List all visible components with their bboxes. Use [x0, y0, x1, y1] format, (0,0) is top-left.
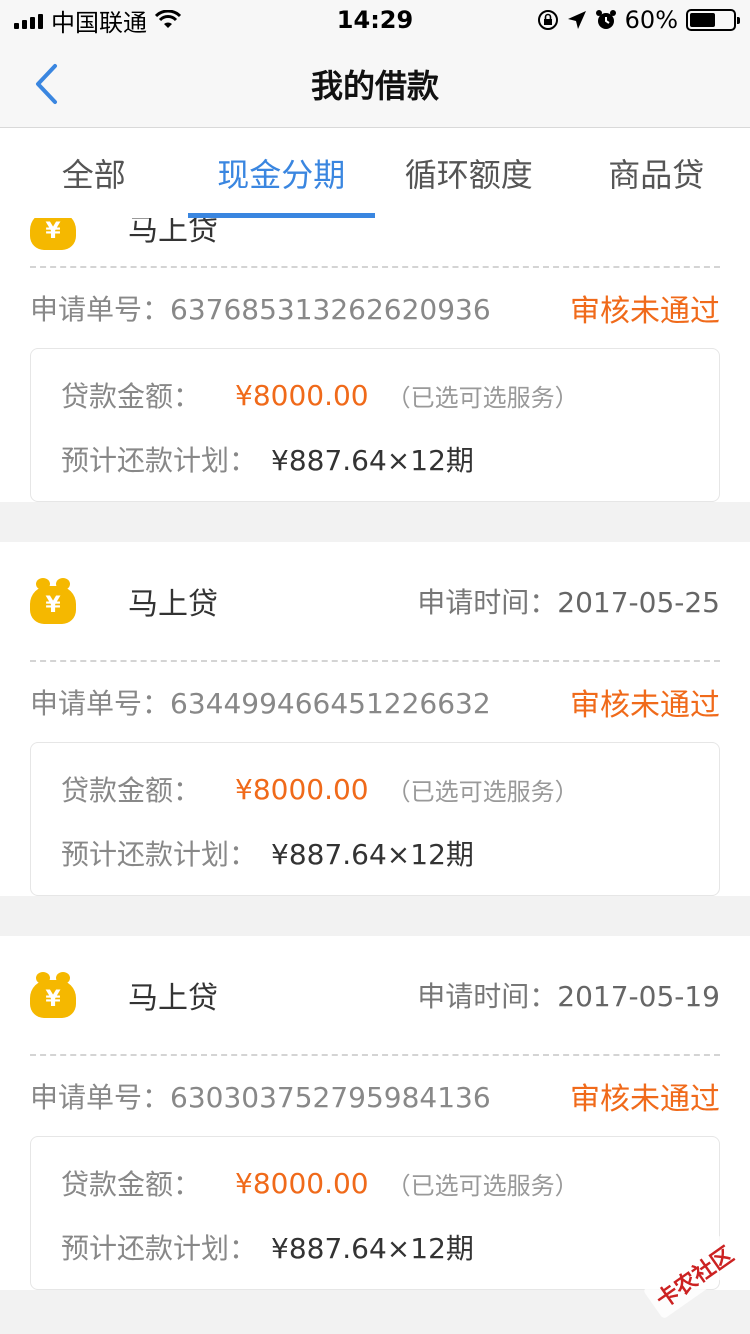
status-badge: 审核未通过 [570, 294, 720, 329]
battery-percent: 60% [624, 6, 678, 34]
repayment-plan: ¥887.64×12期 [271, 444, 474, 477]
order-number: 申请单号：630303752795984136 [30, 1081, 491, 1114]
rotation-lock-icon [537, 10, 558, 30]
loan-card-header: ¥ 马上贷 申请时间：2017-05-25 [30, 542, 720, 662]
money-bag-icon: ¥ [30, 972, 76, 1018]
status-bar: 中国联通 14:29 60% [0, 0, 750, 40]
order-number: 申请单号：637685313262620936 [30, 293, 491, 326]
loan-list[interactable]: ¥ 马上贷 申请单号：637685313262620936 审核未通过 贷款金额… [0, 218, 750, 1334]
lender-name: 马上贷 [128, 218, 218, 248]
apply-time: 申请时间：2017-05-19 [417, 980, 720, 1013]
lender-name: 马上贷 [128, 981, 218, 1016]
signal-icon [14, 11, 43, 29]
loan-card-header: ¥ 马上贷 [30, 218, 720, 268]
amount-label: 贷款金额： [61, 380, 202, 413]
loan-card[interactable]: ¥ 马上贷 申请单号：637685313262620936 审核未通过 贷款金额… [0, 218, 750, 502]
loan-amount: ¥8000.00 [235, 772, 369, 806]
order-number: 申请单号：634499466451226632 [30, 687, 491, 720]
alarm-icon [595, 10, 616, 29]
loan-card[interactable]: ¥ 马上贷 申请时间：2017-05-19 申请单号：6303037527959… [0, 936, 750, 1290]
tab-all[interactable]: 全部 [0, 128, 188, 218]
apply-time: 申请时间：2017-05-25 [417, 586, 720, 619]
tab-bar: 全部 现金分期 循环额度 商品贷 [0, 128, 750, 218]
loan-amount: ¥8000.00 [235, 378, 369, 412]
status-badge: 审核未通过 [570, 688, 720, 723]
loan-detail-box: 贷款金额： ¥8000.00 （已选可选服务） 预计还款计划： ¥887.64×… [30, 1136, 720, 1290]
amount-label: 贷款金额： [61, 1168, 202, 1201]
repayment-plan: ¥887.64×12期 [271, 1232, 474, 1265]
money-bag-icon: ¥ [30, 218, 76, 250]
location-arrow-icon [567, 11, 586, 29]
service-note: （已选可选服务） [386, 1171, 579, 1200]
plan-label: 预计还款计划： [61, 838, 258, 871]
tab-revolving-credit[interactable]: 循环额度 [375, 128, 563, 218]
service-note: （已选可选服务） [386, 383, 579, 412]
lender-name: 马上贷 [128, 587, 218, 622]
loan-detail-box: 贷款金额： ¥8000.00 （已选可选服务） 预计还款计划： ¥887.64×… [30, 742, 720, 896]
money-bag-icon: ¥ [30, 578, 76, 624]
plan-label: 预计还款计划： [61, 1232, 258, 1265]
plan-label: 预计还款计划： [61, 444, 258, 477]
chevron-left-icon [36, 64, 57, 104]
carrier: 中国联通 [51, 8, 147, 37]
tab-goods-loan[interactable]: 商品贷 [563, 128, 750, 218]
loan-card[interactable]: ¥ 马上贷 申请时间：2017-05-25 申请单号：6344994664512… [0, 542, 750, 896]
back-button[interactable] [20, 58, 72, 110]
tab-cash-installment[interactable]: 现金分期 [187, 128, 376, 218]
loan-amount: ¥8000.00 [235, 1166, 369, 1200]
page-title: 我的借款 [310, 66, 439, 105]
loan-card-header: ¥ 马上贷 申请时间：2017-05-19 [30, 936, 720, 1056]
status-badge: 审核未通过 [570, 1082, 720, 1117]
repayment-plan: ¥887.64×12期 [271, 838, 474, 871]
battery-icon [686, 9, 740, 31]
amount-label: 贷款金额： [61, 774, 202, 807]
wifi-icon [155, 10, 181, 28]
navigation-bar: 我的借款 [0, 40, 750, 128]
service-note: （已选可选服务） [386, 777, 579, 806]
loan-detail-box: 贷款金额： ¥8000.00 （已选可选服务） 预计还款计划： ¥887.64×… [30, 348, 720, 502]
